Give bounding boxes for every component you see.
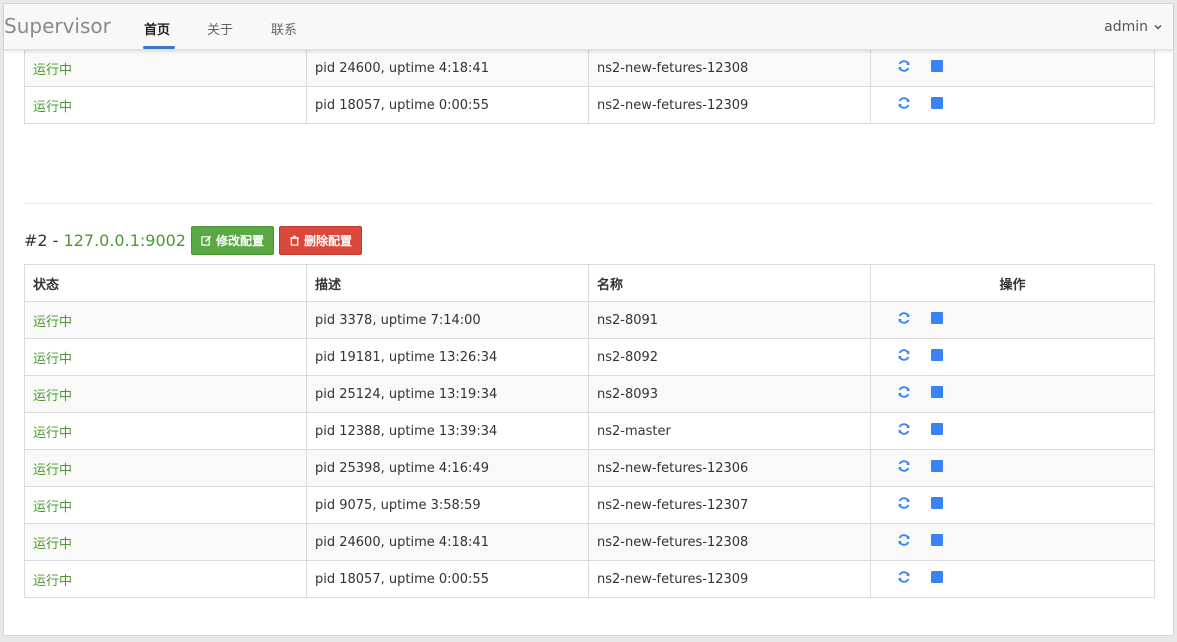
process-status: 运行中 (24, 301, 307, 339)
process-name: ns2-8093 (588, 375, 871, 413)
table-row: 运行中 pid 18057, uptime 0:00:55 ns2-new-fetu… (24, 86, 1155, 124)
process-name: ns2-new-fetures-12309 (588, 560, 871, 598)
server2-title: #2 - 127.0.0.1:9002 (24, 231, 186, 250)
user-menu[interactable]: admin (1104, 19, 1163, 35)
table-row: 运行中 pid 25124, uptime 13:19:34 ns2-8093 (24, 375, 1155, 413)
process-description: pid 9075, uptime 3:58:59 (306, 486, 589, 524)
process-status: 运行中 (24, 560, 307, 598)
refresh-icon[interactable] (897, 59, 911, 73)
stop-icon[interactable] (931, 534, 943, 546)
stop-icon[interactable] (931, 312, 943, 324)
refresh-icon[interactable] (897, 459, 911, 473)
process-name: ns2-8092 (588, 338, 871, 376)
nav-home[interactable]: 首页 (144, 19, 170, 38)
brand-logo[interactable]: Supervisor (4, 14, 111, 38)
header-ops: 操作 (870, 264, 1155, 302)
table-row: 运行中 pid 25398, uptime 4:16:49 ns2-new-fetu… (24, 449, 1155, 487)
refresh-icon[interactable] (897, 385, 911, 399)
table-row: 运行中 pid 24600, uptime 4:18:41 ns2-new-fetu… (24, 49, 1155, 87)
nav-contact[interactable]: 联系 (271, 19, 297, 38)
refresh-icon[interactable] (897, 496, 911, 510)
nav-about[interactable]: 关于 (207, 19, 233, 38)
user-name: admin (1104, 19, 1148, 35)
nav-active-indicator (143, 46, 175, 49)
stop-icon[interactable] (931, 349, 943, 361)
process-description: pid 12388, uptime 13:39:34 (306, 412, 589, 450)
stop-icon[interactable] (931, 571, 943, 583)
process-status: 运行中 (24, 486, 307, 524)
stop-icon[interactable] (931, 97, 943, 109)
process-name: ns2-new-fetures-12308 (588, 49, 871, 87)
stop-icon[interactable] (931, 60, 943, 72)
process-name: ns2-new-fetures-12309 (588, 86, 871, 124)
process-name: ns2-new-fetures-12308 (588, 523, 871, 561)
process-name: ns2-8091 (588, 301, 871, 339)
process-description: pid 24600, uptime 4:18:41 (306, 49, 589, 87)
process-actions (870, 449, 1155, 487)
process-actions (870, 486, 1155, 524)
section-divider (24, 203, 1154, 204)
refresh-icon[interactable] (897, 422, 911, 436)
table-row: 运行中 pid 24600, uptime 4:18:41 ns2-new-fetu… (24, 523, 1155, 561)
process-actions (870, 375, 1155, 413)
process-actions (870, 560, 1155, 598)
process-actions (870, 412, 1155, 450)
delete-config-button[interactable]: 删除配置 (279, 226, 363, 255)
header-name: 名称 (588, 264, 871, 302)
process-actions (870, 523, 1155, 561)
edit-icon (201, 235, 212, 246)
table-row: 运行中 pid 3378, uptime 7:14:00 ns2-8091 (24, 301, 1155, 339)
process-status: 运行中 (24, 523, 307, 561)
server2-header: #2 - 127.0.0.1:9002 修改配置 删除配置 (24, 226, 363, 255)
delete-config-label: 删除配置 (304, 234, 353, 248)
stop-icon[interactable] (931, 460, 943, 472)
stop-icon[interactable] (931, 423, 943, 435)
process-status: 运行中 (24, 449, 307, 487)
refresh-icon[interactable] (897, 570, 911, 584)
table-header-row: 状态 描述 名称 操作 (24, 264, 1155, 302)
process-status: 运行中 (24, 49, 307, 87)
refresh-icon[interactable] (897, 96, 911, 110)
process-actions (870, 338, 1155, 376)
header-desc: 描述 (306, 264, 589, 302)
chevron-down-icon (1154, 24, 1162, 30)
server2-address[interactable]: 127.0.0.1:9002 (64, 231, 186, 250)
refresh-icon[interactable] (897, 311, 911, 325)
table-row: 运行中 pid 9075, uptime 3:58:59 ns2-new-fetur… (24, 486, 1155, 524)
stop-icon[interactable] (931, 497, 943, 509)
process-description: pid 25398, uptime 4:16:49 (306, 449, 589, 487)
process-name: ns2-new-fetures-12306 (588, 449, 871, 487)
process-description: pid 3378, uptime 7:14:00 (306, 301, 589, 339)
process-status: 运行中 (24, 412, 307, 450)
server2-index: #2 - (24, 231, 64, 250)
server2-process-table: 状态 描述 名称 操作 运行中 pid 3378, uptime 7:14:00 n… (24, 264, 1155, 598)
stop-icon[interactable] (931, 386, 943, 398)
process-actions (870, 86, 1155, 124)
process-description: pid 25124, uptime 13:19:34 (306, 375, 589, 413)
process-description: pid 19181, uptime 13:26:34 (306, 338, 589, 376)
table-row: 运行中 pid 19181, uptime 13:26:34 ns2-8092 (24, 338, 1155, 376)
edit-config-label: 修改配置 (215, 234, 264, 248)
table-row: 运行中 pid 12388, uptime 13:39:34 ns2-master (24, 412, 1155, 450)
process-status: 运行中 (24, 338, 307, 376)
process-name: ns2-master (588, 412, 871, 450)
process-status: 运行中 (24, 375, 307, 413)
table-row: 运行中 pid 18057, uptime 0:00:55 ns2-new-fetu… (24, 560, 1155, 598)
process-description: pid 18057, uptime 0:00:55 (306, 560, 589, 598)
server1-process-table: 运行中 pid 24600, uptime 4:18:41 ns2-new-fetu… (24, 49, 1155, 124)
process-actions (870, 301, 1155, 339)
process-status: 运行中 (24, 86, 307, 124)
edit-config-button[interactable]: 修改配置 (190, 226, 274, 255)
process-description: pid 24600, uptime 4:18:41 (306, 523, 589, 561)
top-navbar: Supervisor 首页 关于 联系 admin (4, 4, 1173, 50)
trash-icon (290, 235, 299, 246)
app-frame: Supervisor 首页 关于 联系 admin 运行中 pid 24600, … (3, 3, 1174, 636)
header-status: 状态 (24, 264, 307, 302)
process-actions (870, 49, 1155, 87)
refresh-icon[interactable] (897, 533, 911, 547)
process-description: pid 18057, uptime 0:00:55 (306, 86, 589, 124)
process-name: ns2-new-fetures-12307 (588, 486, 871, 524)
refresh-icon[interactable] (897, 348, 911, 362)
